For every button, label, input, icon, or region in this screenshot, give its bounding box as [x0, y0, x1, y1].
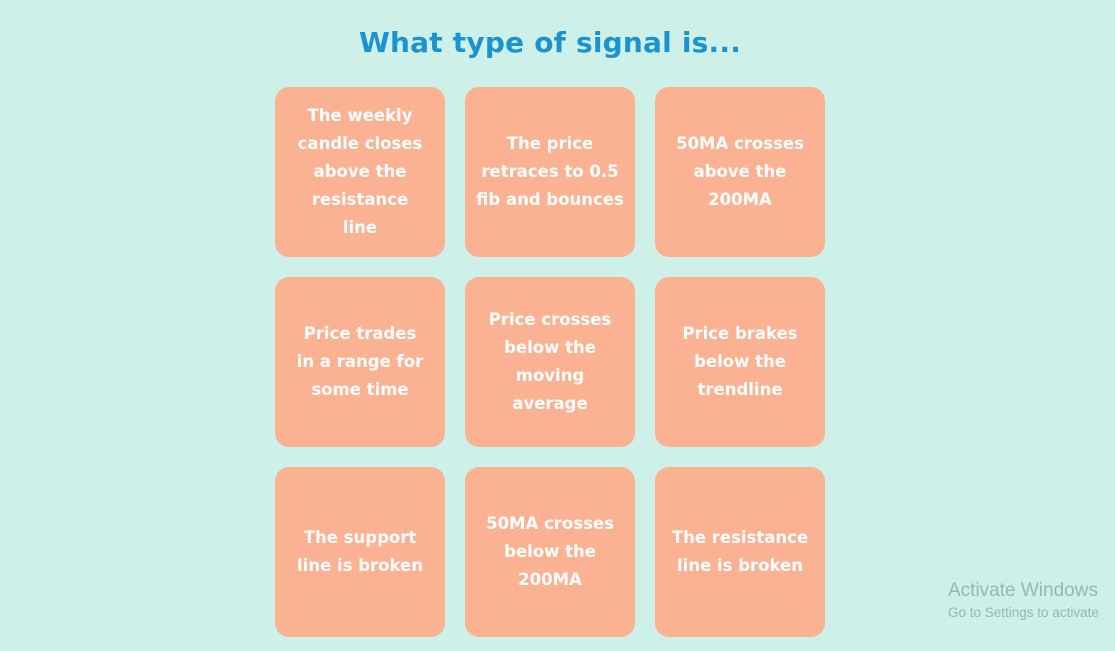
watermark-title: Activate Windows [948, 580, 1098, 601]
card-label: The support line is broken [297, 528, 423, 575]
card-label: Price trades in a range for some time [296, 324, 424, 399]
signal-card-resistance-broken[interactable]: The resistance line is broken [655, 467, 825, 637]
activate-windows-watermark: Activate Windows Go to Settings to activ… [948, 580, 1115, 624]
watermark-subtitle: Go to Settings to activate [948, 605, 1099, 620]
signal-card-50ma-cross-above-200ma[interactable]: 50MA crosses above the 200MA [655, 87, 825, 257]
card-label: 50MA crosses above the 200MA [676, 134, 804, 209]
signal-card-break-below-trendline[interactable]: Price brakes below the trendline [655, 277, 825, 447]
signal-card-fib-retrace-bounce[interactable]: The price retraces to 0.5 fib and bounce… [465, 87, 635, 257]
signal-card-grid: The weekly candle closes above the resis… [275, 87, 825, 637]
card-label: The resistance line is broken [671, 528, 809, 575]
signal-card-range-trading[interactable]: Price trades in a range for some time [275, 277, 445, 447]
card-label: Price crosses below the moving average [488, 310, 612, 413]
signal-card-50ma-cross-below-200ma[interactable]: 50MA crosses below the 200MA [465, 467, 635, 637]
card-label: Price brakes below the trendline [682, 324, 798, 399]
card-label: The weekly candle closes above the resis… [297, 106, 423, 237]
page-title: What type of signal is... [358, 26, 742, 59]
signal-card-support-broken[interactable]: The support line is broken [275, 467, 445, 637]
signal-card-weekly-close-above-resistance[interactable]: The weekly candle closes above the resis… [275, 87, 445, 257]
card-label: The price retraces to 0.5 fib and bounce… [476, 134, 624, 209]
card-label: 50MA crosses below the 200MA [486, 514, 614, 589]
signal-card-cross-below-moving-average[interactable]: Price crosses below the moving average [465, 277, 635, 447]
